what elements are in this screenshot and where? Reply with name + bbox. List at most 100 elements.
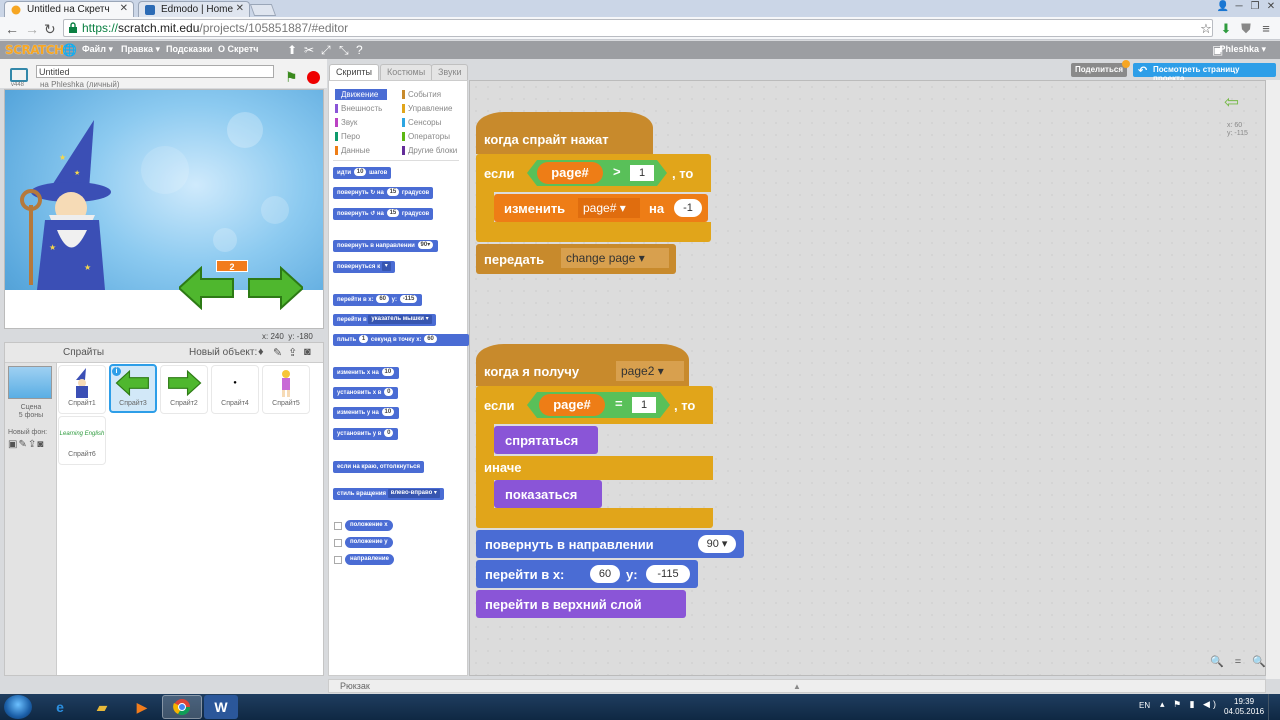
word-icon[interactable]: W [204, 695, 238, 719]
category-operators[interactable]: Операторы [402, 131, 450, 142]
tab-sounds[interactable]: Звуки [431, 64, 469, 80]
block-turn-right[interactable]: повернуть ↻ на 15 градусов [333, 187, 434, 199]
checkbox-y-position[interactable] [334, 539, 342, 547]
block-goto-xy[interactable]: перейти в x: 60 y: -115 [476, 560, 698, 588]
menu-tips[interactable]: Подсказки [166, 44, 213, 54]
language-indicator[interactable]: EN [1139, 701, 1150, 710]
sprite-tile[interactable]: ● Спрайт4 [211, 365, 259, 414]
block-point-in-direction[interactable]: повернуть в направлении 90 ▾ [476, 530, 744, 558]
block-bounce[interactable]: если на краю, оттолкнуться [333, 461, 424, 473]
operator-greater-than[interactable]: page# > 1 [527, 160, 667, 186]
block-rotation-style[interactable]: стиль вращения влево-вправо ▾ [333, 488, 444, 500]
category-looks[interactable]: Внешность [335, 103, 382, 114]
category-sound[interactable]: Звук [335, 117, 357, 128]
green-flag-icon[interactable]: ⚑ [285, 69, 298, 86]
help-icon[interactable]: ? [356, 43, 363, 57]
window-close-icon[interactable]: ✕ [1262, 0, 1280, 14]
variable-reporter-page[interactable]: page# [537, 162, 603, 184]
clock[interactable]: 19:39 04.05.2016 [1224, 697, 1264, 717]
block-glide[interactable]: плыть 1 секунд в точку x: 60 [333, 334, 469, 346]
block-goto-target[interactable]: перейти в указатель мышки ▾ [333, 314, 436, 326]
browser-tab-scratch[interactable]: Untitled на Скретч ✕ [4, 1, 134, 17]
block-change-y[interactable]: изменить y на 10 [333, 407, 400, 419]
sprite-tile-selected[interactable]: i Спрайт3 [109, 364, 157, 413]
stage-canvas[interactable]: ★ ★ ★ ★ 2 [4, 89, 324, 329]
block-show[interactable]: показаться [494, 480, 602, 508]
receive-dropdown[interactable]: page2 ▾ [616, 361, 684, 381]
goto-y-input[interactable]: -115 [646, 565, 690, 583]
back-icon[interactable]: ← [5, 21, 19, 37]
goto-x-input[interactable]: 60 [590, 565, 620, 583]
globe-icon[interactable]: 🌐 [62, 43, 77, 57]
camera-icon[interactable]: ◙ [304, 346, 311, 358]
block-broadcast[interactable]: передать change page ▾ [476, 244, 676, 274]
sprite-library-icon[interactable]: ♦ [258, 346, 264, 358]
category-control[interactable]: Управление [402, 103, 452, 114]
scene-thumbnail[interactable] [8, 366, 52, 399]
scratch-logo[interactable]: SCRATCH [5, 43, 64, 57]
category-data[interactable]: Данные [335, 145, 370, 156]
tab-close-icon[interactable]: ✕ [120, 3, 128, 14]
grow-icon[interactable]: ⤢ [321, 43, 331, 58]
block-change-variable[interactable]: изменить page# ▾ на -1 [494, 194, 708, 222]
menu-about[interactable]: О Скретч [218, 44, 259, 54]
internet-explorer-icon[interactable]: e [40, 695, 80, 719]
browser-tab-edmodo[interactable]: Edmodo | Home ✕ [138, 1, 250, 17]
block-point-direction[interactable]: повернуть в направлении 90▾ [333, 240, 439, 252]
file-explorer-icon[interactable]: ▰ [82, 695, 122, 719]
arrow-right-sprite[interactable] [247, 266, 303, 310]
tab-scripts[interactable]: Скрипты [329, 64, 379, 80]
share-button[interactable]: Поделиться [1071, 63, 1128, 77]
paint-new-sprite-icon[interactable]: ✎ [273, 346, 282, 359]
hat-when-i-receive[interactable]: когда я получу page2 ▾ [476, 344, 689, 386]
sprite-tile[interactable]: Спрайт1 [58, 365, 106, 414]
show-desktop-button[interactable] [1268, 694, 1280, 720]
bookmark-star-icon[interactable]: ☆ [1198, 21, 1214, 37]
reporter-x-position[interactable]: положение x [345, 520, 393, 531]
menu-edit[interactable]: Правка ▾ [121, 44, 160, 55]
change-value-input[interactable]: -1 [674, 199, 702, 217]
forward-icon[interactable]: → [25, 21, 39, 37]
tab-close-icon[interactable]: ✕ [236, 3, 244, 14]
media-player-icon[interactable]: ▶ [122, 695, 162, 719]
download-extension-icon[interactable]: ⬇ [1218, 21, 1234, 37]
see-project-page-button[interactable]: ↶ Посмотреть страницу проекта [1133, 63, 1276, 83]
block-hide[interactable]: спрятаться [494, 426, 598, 454]
shield-extension-icon[interactable]: ⛊ [1238, 21, 1254, 37]
block-move-steps[interactable]: идти 10 шагов [333, 167, 392, 179]
checkbox-direction[interactable] [334, 556, 342, 564]
info-icon[interactable]: i [112, 367, 121, 376]
category-more-blocks[interactable]: Другие блоки [402, 145, 457, 156]
variable-reporter-page[interactable]: page# [539, 394, 605, 416]
operator-equals[interactable]: page# = 1 [527, 392, 670, 418]
shrink-icon[interactable]: ⤡ [339, 43, 349, 58]
system-tray-icons[interactable]: ▴ ⚑ ▮ ◀) [1160, 699, 1219, 710]
arrow-left-sprite[interactable] [179, 266, 235, 310]
scripts-scrollbar[interactable] [1266, 80, 1280, 679]
wizard-sprite[interactable]: ★ ★ ★ ★ [19, 120, 119, 290]
checkbox-x-position[interactable] [334, 522, 342, 530]
category-events[interactable]: События [402, 89, 441, 100]
sprite-tile[interactable]: Спрайт2 [160, 365, 208, 414]
start-button[interactable] [4, 695, 32, 719]
new-backdrop-icons[interactable]: ▣✎⇪◙ [8, 439, 44, 450]
zoom-controls[interactable]: 🔍 = 🔍 [1210, 655, 1270, 668]
user-menu[interactable]: Phleshka ▾ [1219, 44, 1266, 55]
broadcast-dropdown[interactable]: change page ▾ [561, 248, 669, 268]
variable-dropdown[interactable]: page# ▾ [578, 198, 640, 218]
compare-value-input[interactable]: 1 [632, 397, 656, 413]
sprite-tile[interactable]: Спрайт5 [262, 365, 310, 414]
presentation-mode-icon[interactable] [10, 68, 28, 82]
block-set-x[interactable]: установить x в 0 [333, 387, 399, 399]
category-motion[interactable]: Движение [335, 89, 387, 100]
block-go-to-front[interactable]: перейти в верхний слой [476, 590, 686, 618]
block-goto-xy[interactable]: перейти в x: 60 y: -115 [333, 294, 423, 306]
stop-icon[interactable] [307, 71, 320, 84]
duplicate-icon[interactable]: ⬆ [287, 43, 297, 57]
upload-sprite-icon[interactable]: ⇪ [288, 346, 297, 359]
tab-costumes[interactable]: Костюмы [380, 64, 433, 80]
project-title-input[interactable]: Untitled [36, 65, 274, 78]
menu-icon[interactable]: ≡ [1258, 21, 1274, 37]
backpack-expand-icon[interactable]: ▲ [793, 682, 801, 691]
address-bar[interactable]: https://scratch.mit.edu/projects/1058518… [63, 19, 1213, 37]
